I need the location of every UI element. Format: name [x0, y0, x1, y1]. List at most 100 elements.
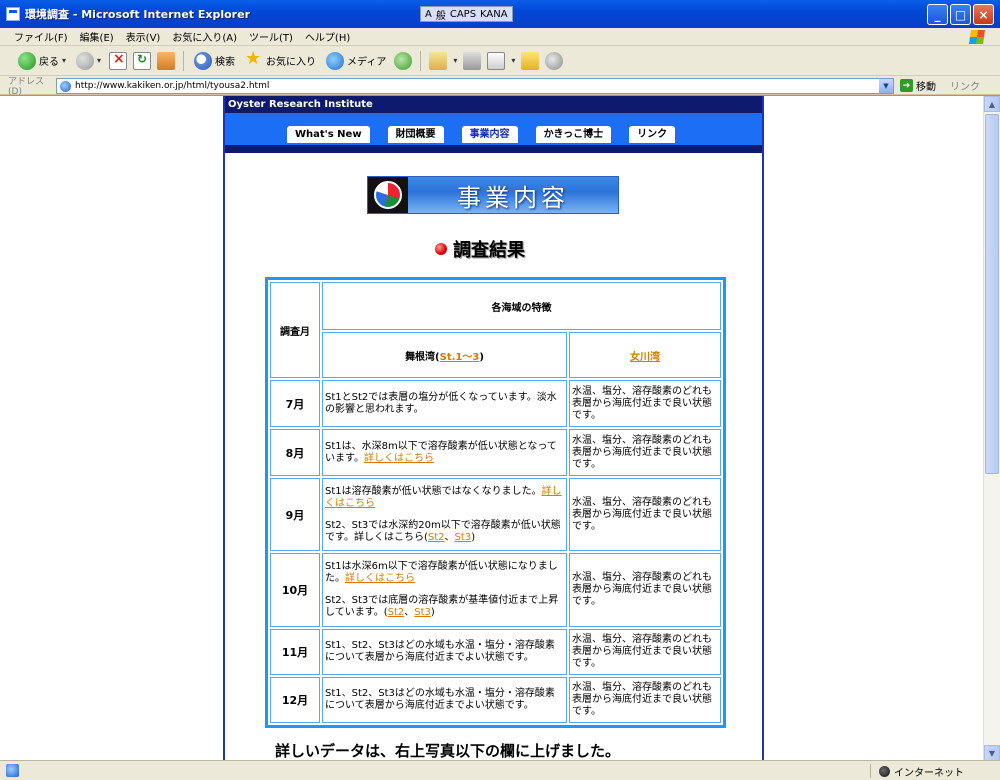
edit-dropdown-icon[interactable]: ▾: [511, 56, 515, 65]
media-icon: [326, 51, 345, 70]
menu-favorites[interactable]: お気に入り(A): [172, 29, 237, 44]
media-button[interactable]: メディア: [324, 50, 388, 72]
month-cell: 12月: [270, 677, 320, 723]
favorites-star-icon: [245, 48, 263, 70]
link-close: ): [430, 607, 435, 618]
nav-whats-new[interactable]: What's New: [287, 126, 370, 143]
menu-view[interactable]: 表示(V): [126, 29, 161, 44]
address-bar: アドレス(D) http://www.kakiken.or.jp/html/ty…: [0, 77, 1000, 97]
maizuru-cell: St1は、水深8m以下で溶存酸素が低い状態となっています。詳しくはこちら: [322, 429, 567, 476]
favorites-button[interactable]: お気に入り: [243, 48, 318, 72]
stop-icon[interactable]: [109, 51, 128, 70]
close-button[interactable]: ×: [973, 4, 994, 25]
home-icon[interactable]: [157, 51, 176, 70]
red-bullet-icon: [435, 243, 447, 255]
forward-button[interactable]: ▾: [74, 50, 103, 72]
institute-logo: [368, 177, 408, 213]
nav-about[interactable]: 財団概要: [387, 126, 444, 143]
edit-icon[interactable]: [487, 51, 506, 70]
address-label: アドレス(D): [8, 77, 45, 97]
window-controls: _ □ ×: [927, 4, 994, 25]
go-button[interactable]: ➔ 移動: [900, 78, 936, 93]
menu-tools[interactable]: ツール(T): [249, 29, 293, 44]
scroll-down-icon[interactable]: ▼: [984, 745, 1000, 760]
heading-text: 調査結果: [453, 240, 525, 261]
banner-title: 事業内容: [457, 183, 569, 212]
details-link[interactable]: 詳しくはこちら: [345, 573, 415, 584]
ime-general[interactable]: 般: [436, 7, 446, 22]
toolbar-separator: [420, 50, 422, 71]
zone-label: インターネット: [894, 767, 964, 779]
back-label: 戻る: [39, 57, 59, 68]
history-icon[interactable]: [394, 51, 413, 70]
menu-file[interactable]: ファイル(F): [14, 29, 68, 44]
header-survey-month: 調査月: [270, 282, 320, 378]
st2-link[interactable]: St2: [388, 607, 405, 618]
address-input[interactable]: http://www.kakiken.or.jp/html/tyousa2.ht…: [56, 77, 894, 94]
links-button[interactable]: リンク: [950, 78, 980, 93]
search-icon: [194, 51, 213, 70]
onagawa-link[interactable]: 女川湾: [630, 352, 660, 363]
table-row: 12月 St1、St2、St3はどの水域も水温・塩分・溶存酸素について表層から海…: [270, 677, 721, 723]
maizuru-stations-link[interactable]: St.1〜3: [440, 352, 480, 363]
onagawa-cell: 水温、塩分、溶存酸素のどれも表層から海底付近まで良い状態です。: [569, 629, 721, 675]
window-title: 環境調査 - Microsoft Internet Explorer: [25, 8, 250, 21]
table-row: 7月 St1とSt2では表層の塩分が低くなっています。淡水の影響と思われます。 …: [270, 380, 721, 427]
vertical-scrollbar[interactable]: ▲ ▼: [983, 96, 1000, 760]
menu-help[interactable]: ヘルプ(H): [305, 29, 350, 44]
refresh-icon[interactable]: [133, 51, 152, 70]
title-bar: 環境調査 - Microsoft Internet Explorer A 般 C…: [0, 0, 1000, 28]
onagawa-cell: 水温、塩分、溶存酸素のどれも表層から海底付近まで良い状態です。: [569, 553, 721, 627]
mail-dropdown-icon[interactable]: ▾: [453, 56, 457, 65]
st2-link[interactable]: St2: [428, 532, 445, 543]
link-separator: 、: [404, 607, 415, 618]
section-banner: 事業内容: [367, 176, 619, 214]
nav-business[interactable]: 事業内容: [461, 126, 518, 143]
back-button[interactable]: 戻る ▾: [16, 50, 68, 72]
ime-kana: KANA: [480, 8, 508, 20]
search-button[interactable]: 検索: [192, 50, 237, 72]
menu-edit[interactable]: 編集(E): [80, 29, 114, 44]
internet-zone-icon: [879, 765, 890, 777]
maizuru-text: St1は溶存酸素が低い状態ではなくなりました。: [325, 485, 542, 497]
link-close: ): [471, 531, 476, 543]
nav-kakikko-hakase[interactable]: かきっこ博士: [535, 126, 612, 143]
address-dropdown-icon[interactable]: ▼: [879, 78, 893, 93]
month-cell: 9月: [270, 478, 320, 551]
ime-caps: CAPS: [449, 8, 477, 20]
onagawa-cell: 水温、塩分、溶存酸素のどれも表層から海底付近まで良い状態です。: [569, 478, 721, 551]
minimize-button[interactable]: _: [927, 4, 948, 25]
ime-mode[interactable]: A: [425, 9, 432, 20]
mail-icon[interactable]: [429, 51, 448, 70]
maizuru-close: ): [479, 351, 484, 363]
maizuru-cell: St1とSt2では表層の塩分が低くなっています。淡水の影響と思われます。: [322, 380, 567, 427]
scroll-thumb[interactable]: [985, 114, 999, 474]
st3-link[interactable]: St3: [414, 607, 431, 618]
maximize-button[interactable]: □: [950, 4, 971, 25]
footer-note: 詳しいデータは、右上写真以下の欄に上げました。: [275, 742, 621, 760]
onagawa-cell: 水温、塩分、溶存酸素のどれも表層から海底付近まで良い状態です。: [569, 380, 721, 427]
maizuru-text: St2、St3では底層の溶存酸素が基準値付近まで上昇しています。(: [325, 595, 559, 618]
onagawa-cell: 水温、塩分、溶存酸素のどれも表層から海底付近まで良い状態です。: [569, 429, 721, 476]
scroll-up-icon[interactable]: ▲: [984, 96, 1000, 112]
nav-links[interactable]: リンク: [629, 126, 676, 143]
page-icon: [60, 80, 71, 92]
month-cell: 11月: [270, 629, 320, 675]
onagawa-cell: 水温、塩分、溶存酸素のどれも表層から海底付近まで良い状態です。: [569, 677, 721, 723]
address-url[interactable]: http://www.kakiken.or.jp/html/tyousa2.ht…: [75, 81, 269, 91]
forward-arrow-icon: [76, 51, 95, 70]
maizuru-text: St1は、水深8m以下で溶存酸素が低い状態となっています。: [325, 440, 557, 464]
back-dropdown-icon[interactable]: ▾: [62, 56, 66, 65]
print-icon[interactable]: [463, 51, 482, 70]
folder-icon[interactable]: [521, 51, 540, 70]
forward-dropdown-icon[interactable]: ▾: [97, 56, 101, 65]
details-link[interactable]: 詳しくはこちら: [364, 453, 434, 464]
ime-toolbar[interactable]: A 般 CAPS KANA: [420, 6, 513, 22]
month-cell: 7月: [270, 380, 320, 427]
go-label: 移動: [916, 82, 936, 93]
messenger-icon[interactable]: [545, 51, 564, 70]
windows-logo-icon: [969, 30, 985, 44]
month-cell: 8月: [270, 429, 320, 476]
st3-link[interactable]: St3: [455, 532, 472, 543]
